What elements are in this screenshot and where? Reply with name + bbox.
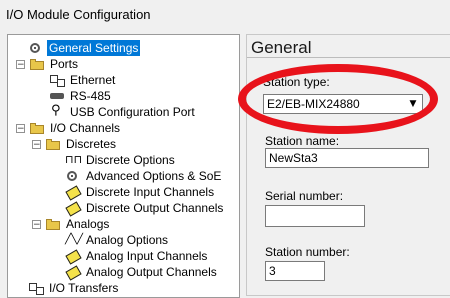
config-tree[interactable]: General Settings − Ports Ethernet RS-485…: [7, 34, 240, 298]
window-title: I/O Module Configuration: [6, 7, 151, 22]
tree-item-rs485[interactable]: RS-485: [49, 88, 113, 104]
tree-item-analogs[interactable]: − Analogs: [32, 216, 111, 232]
network-icon: [49, 73, 65, 87]
folder-icon: [45, 217, 61, 231]
gear-icon: [65, 169, 81, 183]
station-type-select[interactable]: E2/EB-MIX24880 ▼: [263, 94, 423, 114]
tag-icon: [65, 265, 81, 279]
tree-item-analog-inputs[interactable]: Analog Input Channels: [65, 248, 209, 264]
station-type-label: Station type:: [263, 75, 330, 89]
collapse-toggle[interactable]: −: [32, 139, 41, 149]
tree-item-label: Analogs: [66, 217, 110, 231]
tree-item-label: RS-485: [70, 89, 111, 103]
station-type-value: E2/EB-MIX24880: [267, 97, 360, 111]
folder-icon: [29, 121, 45, 135]
tree-item-usb-port[interactable]: USB Configuration Port: [49, 103, 197, 120]
tree-item-io-transfers[interactable]: I/O Transfers: [28, 280, 120, 296]
collapse-toggle[interactable]: −: [16, 123, 25, 133]
station-name-label: Station name:: [265, 134, 340, 148]
transfer-icon: [28, 281, 44, 295]
tree-item-discretes[interactable]: − Discretes: [32, 136, 118, 152]
tree-item-label: Advanced Options & SoE: [86, 169, 222, 183]
tree-item-label: Analog Output Channels: [86, 265, 217, 279]
tree-item-label: Discretes: [66, 137, 117, 151]
serial-port-icon: [49, 89, 65, 103]
serial-number-label: Serial number:: [265, 189, 344, 203]
serial-number-field[interactable]: [265, 205, 365, 227]
folder-icon: [29, 57, 45, 71]
wave-icon: [65, 232, 83, 248]
tree-item-discrete-outputs[interactable]: Discrete Output Channels: [65, 200, 225, 216]
usb-icon: [49, 103, 65, 119]
grid-icon: [28, 41, 44, 55]
collapse-toggle[interactable]: −: [32, 219, 41, 229]
tree-item-io-channels[interactable]: − I/O Channels: [16, 120, 122, 136]
tree-item-analog-outputs[interactable]: Analog Output Channels: [65, 264, 219, 280]
tree-item-label: Analog Options: [86, 233, 169, 247]
tree-item-label: Ethernet: [70, 73, 116, 87]
tree-item-label: I/O Channels: [50, 121, 121, 135]
tree-item-label: Discrete Input Channels: [86, 185, 215, 199]
tree-item-discrete-options[interactable]: Discrete Options: [65, 152, 177, 168]
chevron-down-icon[interactable]: ▼: [406, 96, 420, 112]
tree-item-label: Discrete Output Channels: [86, 201, 224, 215]
pulse-icon: [65, 152, 82, 168]
tree-item-label: Ports: [50, 57, 79, 71]
station-number-label: Station number:: [265, 245, 350, 259]
station-name-field[interactable]: NewSta3: [265, 148, 429, 168]
tag-icon: [65, 201, 81, 215]
tag-icon: [65, 185, 81, 199]
tree-item-label: Analog Input Channels: [86, 249, 208, 263]
tree-item-general-settings[interactable]: General Settings: [28, 40, 141, 56]
tree-item-ports[interactable]: − Ports: [16, 56, 80, 72]
tree-item-label: USB Configuration Port: [70, 105, 195, 119]
station-number-field[interactable]: 3: [265, 261, 325, 281]
tree-item-label: Discrete Options: [86, 153, 175, 167]
tree-item-discrete-inputs[interactable]: Discrete Input Channels: [65, 184, 216, 200]
general-settings-panel: General Station type: E2/EB-MIX24880 ▼ S…: [246, 34, 450, 296]
tag-icon: [65, 249, 81, 263]
section-title: General: [251, 38, 312, 57]
tree-item-advanced-options[interactable]: Advanced Options & SoE: [65, 168, 223, 184]
tree-item-analog-options[interactable]: Analog Options: [65, 232, 170, 248]
tree-item-label: I/O Transfers: [49, 281, 119, 295]
tree-item-ethernet[interactable]: Ethernet: [49, 72, 117, 88]
section-divider: [247, 57, 450, 58]
folder-icon: [45, 137, 61, 151]
tree-item-label: General Settings: [47, 40, 141, 56]
collapse-toggle[interactable]: −: [16, 59, 25, 69]
